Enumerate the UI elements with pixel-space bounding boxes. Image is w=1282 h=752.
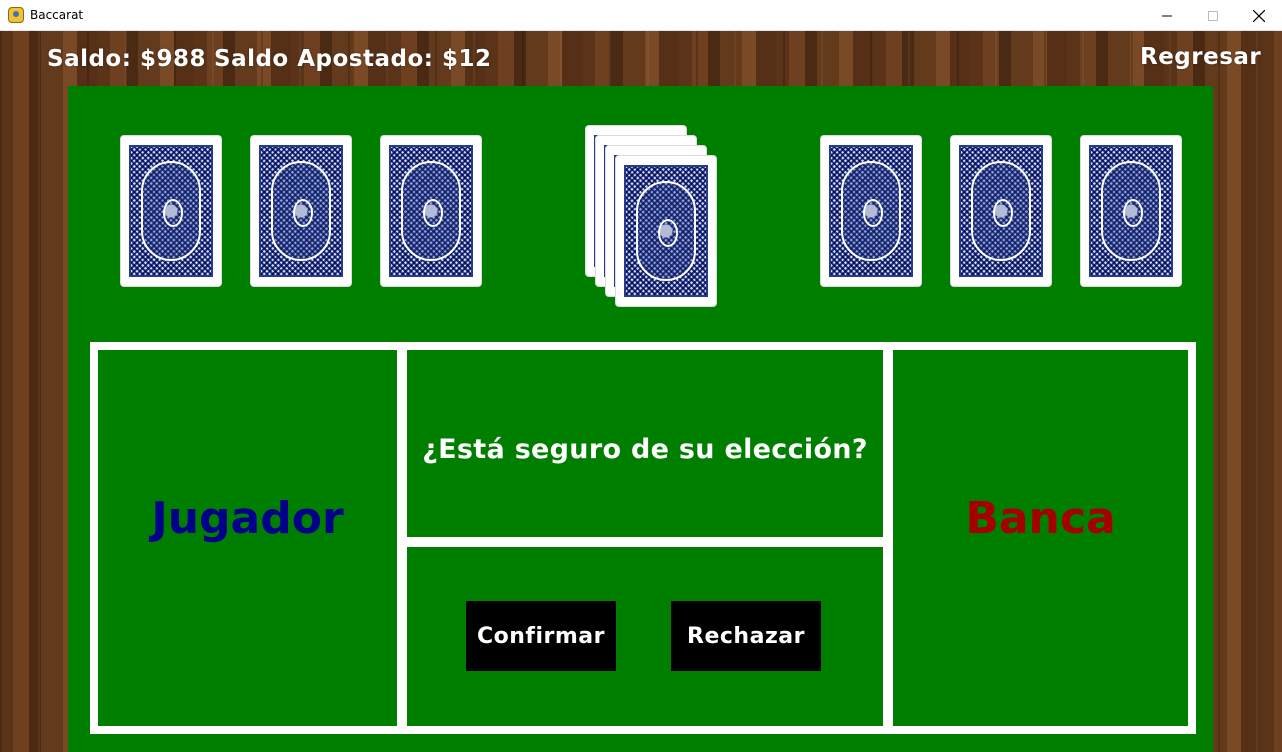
player-label: Jugador bbox=[151, 493, 344, 544]
banker-card-1 bbox=[821, 136, 921, 286]
maximize-button[interactable] bbox=[1190, 0, 1236, 31]
card-back bbox=[959, 145, 1043, 277]
minimize-icon bbox=[1162, 15, 1172, 16]
banker-bet-zone[interactable]: Banca bbox=[893, 350, 1188, 726]
banker-card-3 bbox=[1081, 136, 1181, 286]
window-title: Baccarat bbox=[30, 8, 84, 22]
board-divider bbox=[397, 350, 407, 726]
minimize-button[interactable] bbox=[1144, 0, 1190, 31]
board-divider bbox=[883, 350, 893, 726]
back-button[interactable]: Regresar bbox=[1140, 44, 1261, 70]
betting-board: Jugador ¿Está seguro de su elección? Con… bbox=[90, 342, 1196, 734]
card-back bbox=[259, 145, 343, 277]
window-titlebar: Baccarat bbox=[0, 0, 1282, 31]
deck-top-card[interactable] bbox=[616, 156, 716, 306]
close-icon bbox=[1253, 9, 1265, 22]
card-back bbox=[129, 145, 213, 277]
close-button[interactable] bbox=[1236, 0, 1282, 31]
card-back bbox=[829, 145, 913, 277]
balance-label: Saldo: $988 bbox=[47, 46, 206, 72]
banker-label: Banca bbox=[965, 493, 1116, 544]
player-card-2 bbox=[251, 136, 351, 286]
reject-button[interactable]: Rechazar bbox=[671, 601, 821, 671]
card-back bbox=[1089, 145, 1173, 277]
banker-card-2 bbox=[951, 136, 1051, 286]
card-back bbox=[389, 145, 473, 277]
player-card-3 bbox=[381, 136, 481, 286]
pygame-snake-icon bbox=[8, 7, 24, 23]
player-card-1 bbox=[121, 136, 221, 286]
confirm-button[interactable]: Confirmar bbox=[466, 601, 616, 671]
maximize-icon bbox=[1208, 10, 1218, 21]
bet-amount-label: Saldo Apostado: $12 bbox=[214, 46, 492, 72]
confirm-prompt: ¿Está seguro de su elección? bbox=[407, 350, 883, 537]
card-back bbox=[624, 165, 708, 297]
confirm-question: ¿Está seguro de su elección? bbox=[422, 434, 868, 465]
player-bet-zone[interactable]: Jugador bbox=[98, 350, 397, 726]
board-divider bbox=[407, 537, 883, 547]
confirm-actions: Confirmar Rechazar bbox=[407, 547, 883, 726]
